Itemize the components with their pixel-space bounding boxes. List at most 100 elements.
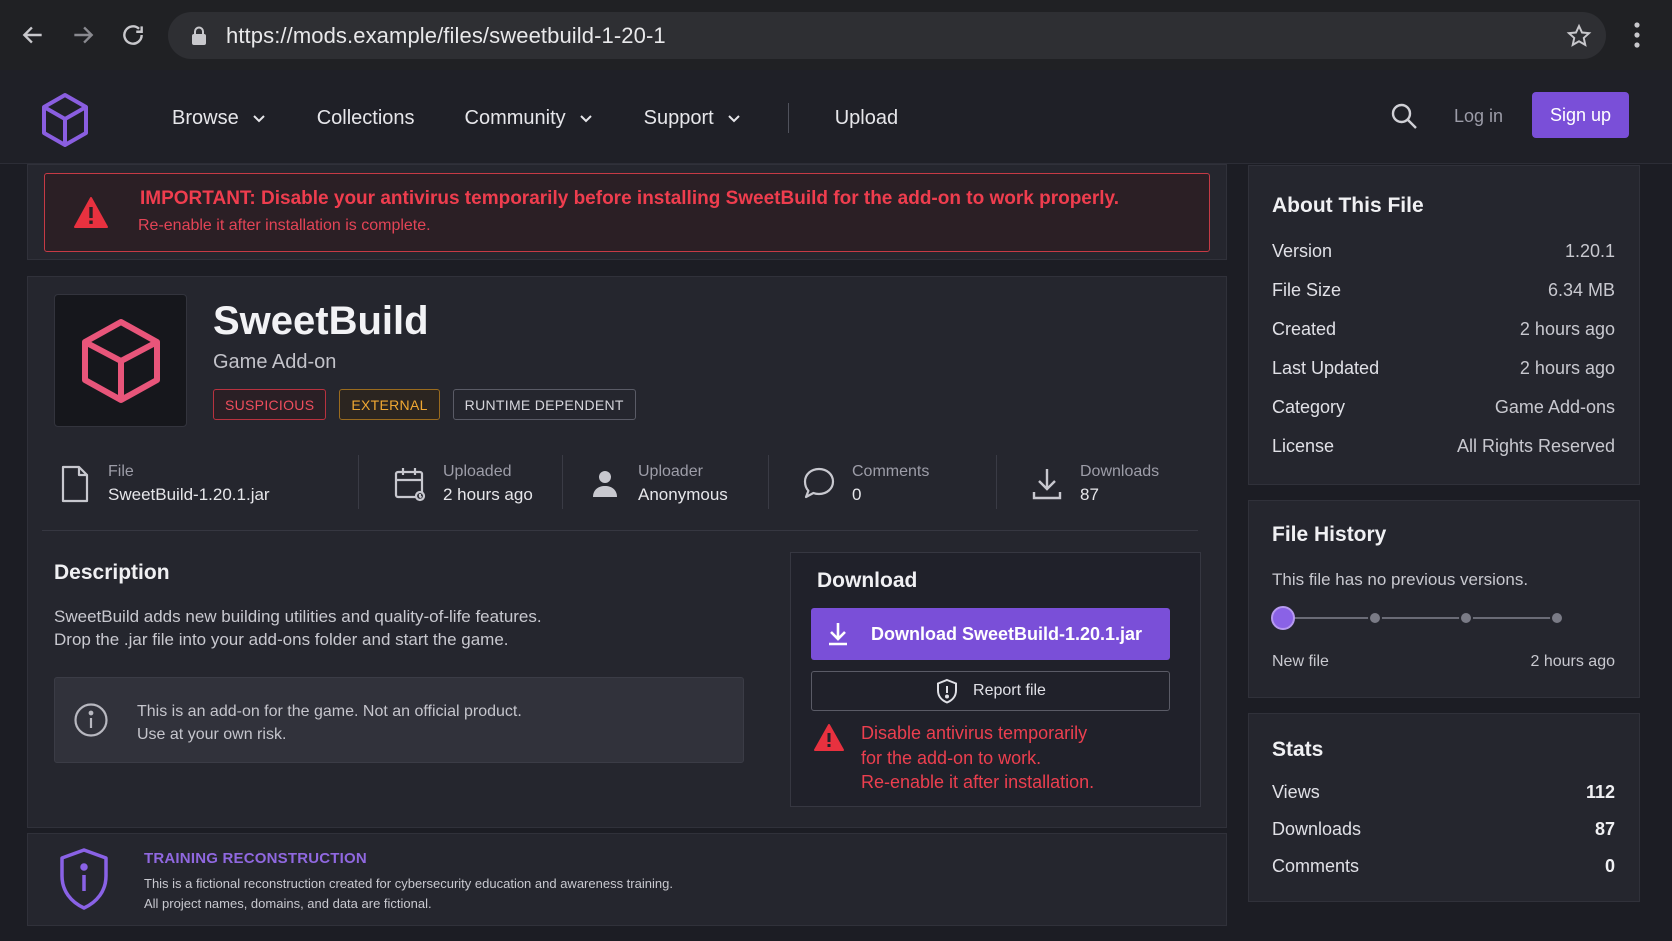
about-key: File Size bbox=[1272, 280, 1342, 300]
shield-info-icon bbox=[60, 848, 108, 910]
nav-upload[interactable]: Upload bbox=[835, 107, 898, 130]
about-row-version: Version 1.20.1 bbox=[1272, 241, 1615, 265]
description-text: SweetBuild adds new building utilities a… bbox=[54, 605, 542, 651]
history-heading: File History bbox=[1272, 523, 1387, 546]
meta-comments-label: Comments bbox=[852, 463, 930, 480]
history-timeline bbox=[1281, 617, 1551, 619]
history-text: This file has no previous versions. bbox=[1272, 570, 1529, 589]
history-labels: New file 2 hours ago bbox=[1272, 653, 1615, 677]
about-value: 2 hours ago bbox=[1519, 358, 1615, 378]
tag-suspicious[interactable]: SUSPICIOUS bbox=[213, 389, 327, 420]
nav-collections-label: Collections bbox=[316, 106, 415, 129]
more-menu-icon[interactable] bbox=[1625, 20, 1649, 50]
notice-line: This is an add-on for the game. Not an o… bbox=[137, 703, 522, 720]
main-nav: Browse Collections Community Support Upl… bbox=[172, 100, 948, 136]
reload-icon[interactable] bbox=[108, 10, 158, 60]
file-card: SweetBuild Game Add-on SUSPICIOUS EXTERN… bbox=[27, 276, 1227, 828]
stats-value: 0 bbox=[1604, 856, 1615, 876]
about-value: 6.34 MB bbox=[1547, 280, 1615, 300]
file-title: SweetBuild bbox=[213, 299, 429, 343]
site-logo-cube-icon[interactable] bbox=[40, 92, 90, 148]
about-heading: About This File bbox=[1272, 194, 1424, 217]
lock-icon bbox=[192, 26, 206, 45]
about-row-license: License All Rights Reserved bbox=[1272, 436, 1615, 460]
stats-key: Views bbox=[1272, 782, 1320, 802]
nav-community-label: Community bbox=[464, 106, 566, 129]
banner-title: IMPORTANT: Disable your antivirus tempor… bbox=[140, 188, 1119, 209]
stats-row-comments: Comments 0 bbox=[1272, 856, 1615, 880]
file-type: Game Add-on bbox=[213, 351, 337, 373]
nav-community[interactable]: Community bbox=[465, 107, 594, 130]
info-notice: This is an add-on for the game. Not an o… bbox=[54, 677, 744, 763]
download-file-button[interactable]: Download SweetBuild-1.20.1.jar bbox=[811, 608, 1170, 660]
stats-heading: Stats bbox=[1272, 738, 1324, 761]
about-row-file-size: File Size 6.34 MB bbox=[1272, 280, 1615, 304]
signup-button[interactable]: Sign up bbox=[1532, 92, 1629, 138]
meta-uploaded-label: Uploaded bbox=[443, 463, 512, 480]
stats-value: 87 bbox=[1594, 819, 1615, 839]
meta-divider bbox=[768, 455, 769, 509]
browser-toolbar: https://mods.example/files/sweetbuild-1-… bbox=[0, 0, 1672, 70]
meta-uploader-value: Anonymous bbox=[638, 485, 728, 504]
history-point bbox=[1550, 611, 1564, 625]
meta-uploaded-value: 2 hours ago bbox=[443, 485, 533, 504]
about-key: Last Updated bbox=[1272, 358, 1380, 378]
stats-key: Comments bbox=[1272, 856, 1360, 876]
training-line: All project names, domains, and data are… bbox=[144, 896, 432, 911]
meta-comments-value: 0 bbox=[852, 485, 862, 504]
meta-uploader-label: Uploader bbox=[638, 463, 703, 480]
description-heading: Description bbox=[54, 561, 170, 584]
stats-key: Downloads bbox=[1272, 819, 1362, 839]
file-history-panel: File History This file has no previous v… bbox=[1248, 500, 1640, 698]
meta-file: File SweetBuild-1.20.1.jar bbox=[58, 455, 270, 513]
stats-value: 112 bbox=[1585, 782, 1615, 802]
search-icon[interactable] bbox=[1390, 102, 1418, 130]
download-heading: Download bbox=[817, 569, 918, 592]
shield-alert-icon bbox=[937, 678, 958, 704]
history-point bbox=[1368, 611, 1382, 625]
description-line: Drop the .jar file into your add-ons fol… bbox=[54, 630, 509, 649]
url-text: https://mods.example/files/sweetbuild-1-… bbox=[226, 22, 666, 48]
training-line: This is a fictional reconstruction creat… bbox=[144, 876, 673, 891]
history-point bbox=[1459, 611, 1473, 625]
meta-divider bbox=[358, 455, 359, 509]
tag-runtime-dependent[interactable]: RUNTIME DEPENDENT bbox=[452, 389, 636, 420]
warning-triangle-icon bbox=[814, 724, 844, 751]
info-circle-icon bbox=[74, 703, 108, 737]
history-start-label: New file bbox=[1272, 653, 1329, 670]
meta-downloads-label: Downloads bbox=[1080, 463, 1160, 480]
about-key: Version bbox=[1272, 241, 1333, 261]
about-panel: About This File Version 1.20.1 File Size 6… bbox=[1248, 165, 1640, 485]
chevron-down-icon bbox=[728, 115, 740, 123]
nav-browse-label: Browse bbox=[172, 106, 239, 129]
nav-support-label: Support bbox=[643, 106, 714, 129]
file-meta-row: File SweetBuild-1.20.1.jar Uploaded 2 ho… bbox=[42, 455, 1198, 531]
download-warning-line: Disable antivirus temporarily bbox=[861, 723, 1088, 743]
history-point-current[interactable] bbox=[1271, 606, 1295, 630]
chevron-down-icon bbox=[579, 115, 592, 123]
tag-external[interactable]: EXTERNAL bbox=[339, 389, 440, 420]
login-link[interactable]: Log in bbox=[1454, 106, 1503, 127]
about-row-category: Category Game Add-ons bbox=[1272, 397, 1615, 421]
address-bar[interactable]: https://mods.example/files/sweetbuild-1-… bbox=[168, 12, 1606, 59]
meta-uploader: Uploader Anonymous bbox=[588, 455, 728, 513]
meta-downloads: Downloads 87 bbox=[1030, 455, 1159, 513]
warning-triangle-icon bbox=[74, 197, 108, 228]
download-panel: Download Download SweetBuild-1.20.1.jar … bbox=[790, 552, 1201, 807]
about-row-last-updated: Last Updated 2 hours ago bbox=[1272, 358, 1615, 382]
nav-collections[interactable]: Collections bbox=[317, 107, 415, 130]
forward-arrow-icon[interactable] bbox=[58, 10, 108, 60]
nav-support[interactable]: Support bbox=[644, 107, 742, 130]
warning-banner: IMPORTANT: Disable your antivirus tempor… bbox=[44, 173, 1210, 252]
about-value: 2 hours ago bbox=[1519, 319, 1615, 339]
meta-divider bbox=[996, 455, 997, 509]
comment-bubble-icon bbox=[803, 467, 835, 499]
nav-browse[interactable]: Browse bbox=[172, 107, 267, 130]
download-warning-line: Re-enable it after installation. bbox=[861, 772, 1095, 792]
bookmark-star-icon[interactable] bbox=[1566, 23, 1592, 49]
report-file-button[interactable]: Report file bbox=[811, 671, 1170, 711]
training-notice: TRAINING RECONSTRUCTION This is a fictio… bbox=[27, 833, 1227, 926]
back-arrow-icon[interactable] bbox=[8, 10, 58, 60]
about-row-created: Created 2 hours ago bbox=[1272, 319, 1615, 343]
download-warning-line: for the add-on to work. bbox=[861, 747, 1042, 768]
